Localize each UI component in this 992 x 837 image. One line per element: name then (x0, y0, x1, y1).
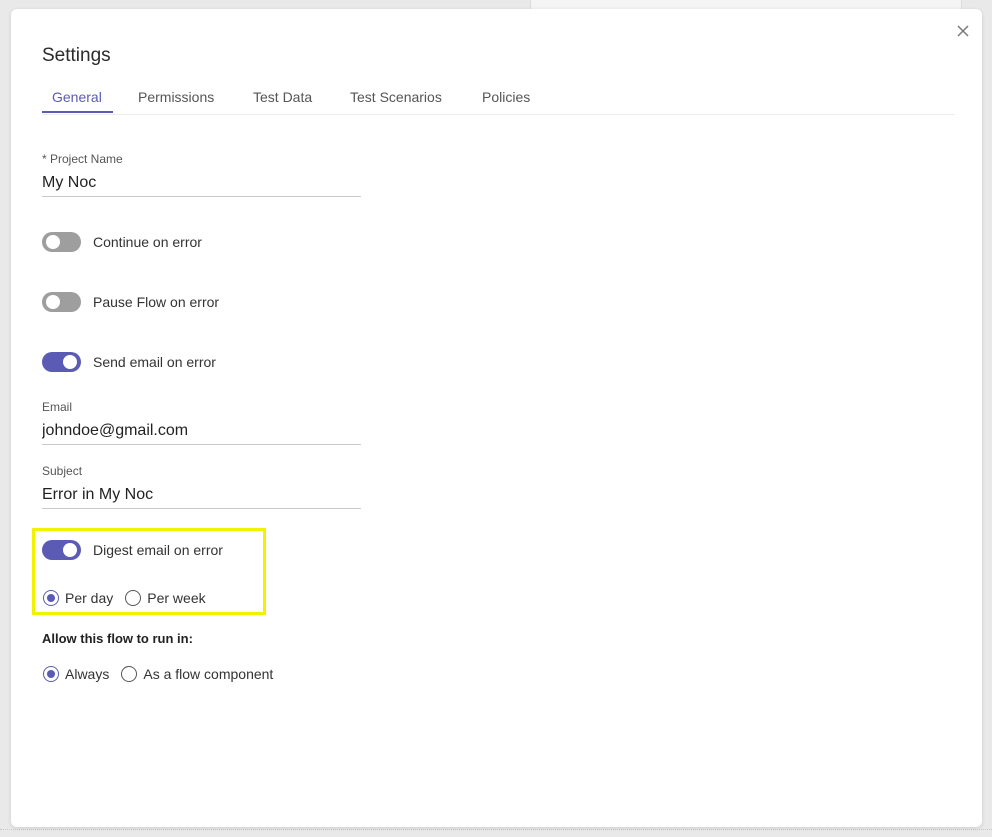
tab-test-scenarios[interactable]: Test Scenarios (350, 89, 442, 105)
flow-component-radio[interactable] (121, 666, 138, 682)
subject-field[interactable] (42, 482, 361, 509)
pause-flow-on-error-label: Pause Flow on error (93, 294, 220, 310)
per-week-label: Per week (147, 590, 206, 606)
settings-dialog: Settings General Permissions Test Data T… (11, 9, 982, 827)
continue-on-error-toggle[interactable] (42, 232, 81, 252)
per-day-label: Per day (65, 590, 114, 606)
pause-flow-on-error-toggle[interactable] (42, 292, 81, 312)
run-in-group: Always As a flow component (43, 664, 285, 684)
continue-on-error-row: Continue on error (42, 231, 202, 253)
active-tab-indicator (42, 111, 113, 113)
close-icon[interactable] (955, 23, 971, 39)
per-day-option[interactable]: Per day (43, 590, 113, 606)
flow-component-option[interactable]: As a flow component (121, 666, 273, 682)
tab-general[interactable]: General (52, 89, 102, 105)
digest-email-on-error-toggle[interactable] (42, 540, 81, 560)
tab-policies[interactable]: Policies (482, 89, 530, 105)
always-radio[interactable] (43, 666, 59, 682)
background-divider (0, 829, 992, 831)
per-day-radio[interactable] (43, 590, 59, 606)
email-label: Email (42, 400, 73, 414)
dialog-title: Settings (42, 45, 111, 66)
project-name-label: * Project Name (42, 152, 123, 166)
flow-component-label: As a flow component (143, 666, 274, 682)
per-week-option[interactable]: Per week (125, 590, 206, 606)
send-email-on-error-toggle[interactable] (42, 352, 81, 372)
tab-permissions[interactable]: Permissions (138, 89, 214, 105)
digest-email-on-error-row: Digest email on error (42, 539, 223, 561)
run-in-heading: Allow this flow to run in: (42, 631, 193, 646)
continue-on-error-label: Continue on error (93, 234, 202, 250)
always-option[interactable]: Always (43, 666, 109, 682)
send-email-on-error-row: Send email on error (42, 351, 216, 373)
send-email-on-error-label: Send email on error (93, 354, 216, 370)
always-label: Always (65, 666, 110, 682)
per-week-radio[interactable] (125, 590, 142, 606)
tab-test-data[interactable]: Test Data (253, 89, 312, 105)
email-field[interactable] (42, 418, 361, 445)
digest-email-on-error-label: Digest email on error (93, 542, 223, 558)
settings-tabs: General Permissions Test Data Test Scena… (42, 85, 955, 115)
digest-frequency-group: Per day Per week (43, 588, 218, 608)
pause-flow-on-error-row: Pause Flow on error (42, 291, 219, 313)
subject-label: Subject (42, 464, 83, 478)
project-name-input[interactable] (42, 170, 361, 197)
